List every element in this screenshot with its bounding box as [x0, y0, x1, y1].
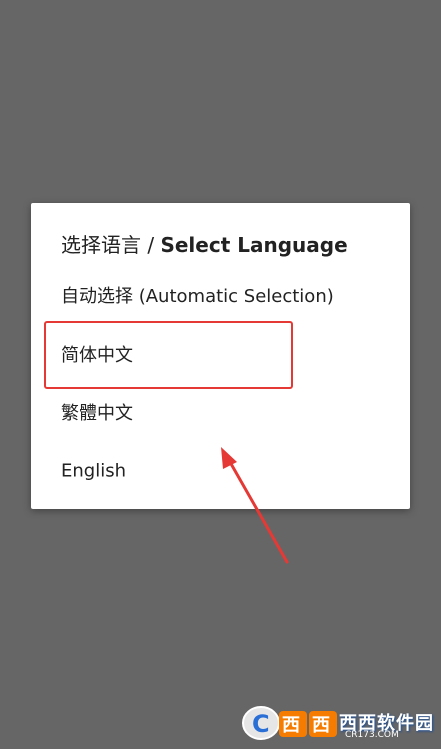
- watermark-logo-icon: C 西 西: [242, 706, 337, 740]
- language-select-dialog: 选择语言 / Select Language 自动选择 (Automatic S…: [31, 203, 410, 509]
- option-automatic[interactable]: 自动选择 (Automatic Selection): [31, 266, 410, 324]
- option-english[interactable]: English: [31, 442, 410, 500]
- option-label: 自动选择 (Automatic Selection): [61, 286, 334, 307]
- option-label: 简体中文: [61, 345, 133, 366]
- dialog-title-en: Select Language: [160, 233, 348, 257]
- watermark: C 西 西 西西软件园 CR173.COM: [239, 703, 435, 743]
- dialog-title-cn: 选择语言: [61, 233, 141, 257]
- dialog-title-separator: /: [141, 233, 161, 257]
- svg-text:C: C: [252, 710, 270, 738]
- svg-text:西: 西: [312, 715, 330, 736]
- option-label: 繁體中文: [61, 403, 133, 424]
- option-traditional-chinese[interactable]: 繁體中文: [31, 383, 410, 441]
- dialog-title: 选择语言 / Select Language: [61, 229, 348, 258]
- svg-text:西: 西: [282, 715, 300, 736]
- option-label: English: [61, 460, 126, 482]
- watermark-domain: CR173.COM: [345, 730, 399, 740]
- option-simplified-chinese[interactable]: 简体中文: [31, 325, 410, 383]
